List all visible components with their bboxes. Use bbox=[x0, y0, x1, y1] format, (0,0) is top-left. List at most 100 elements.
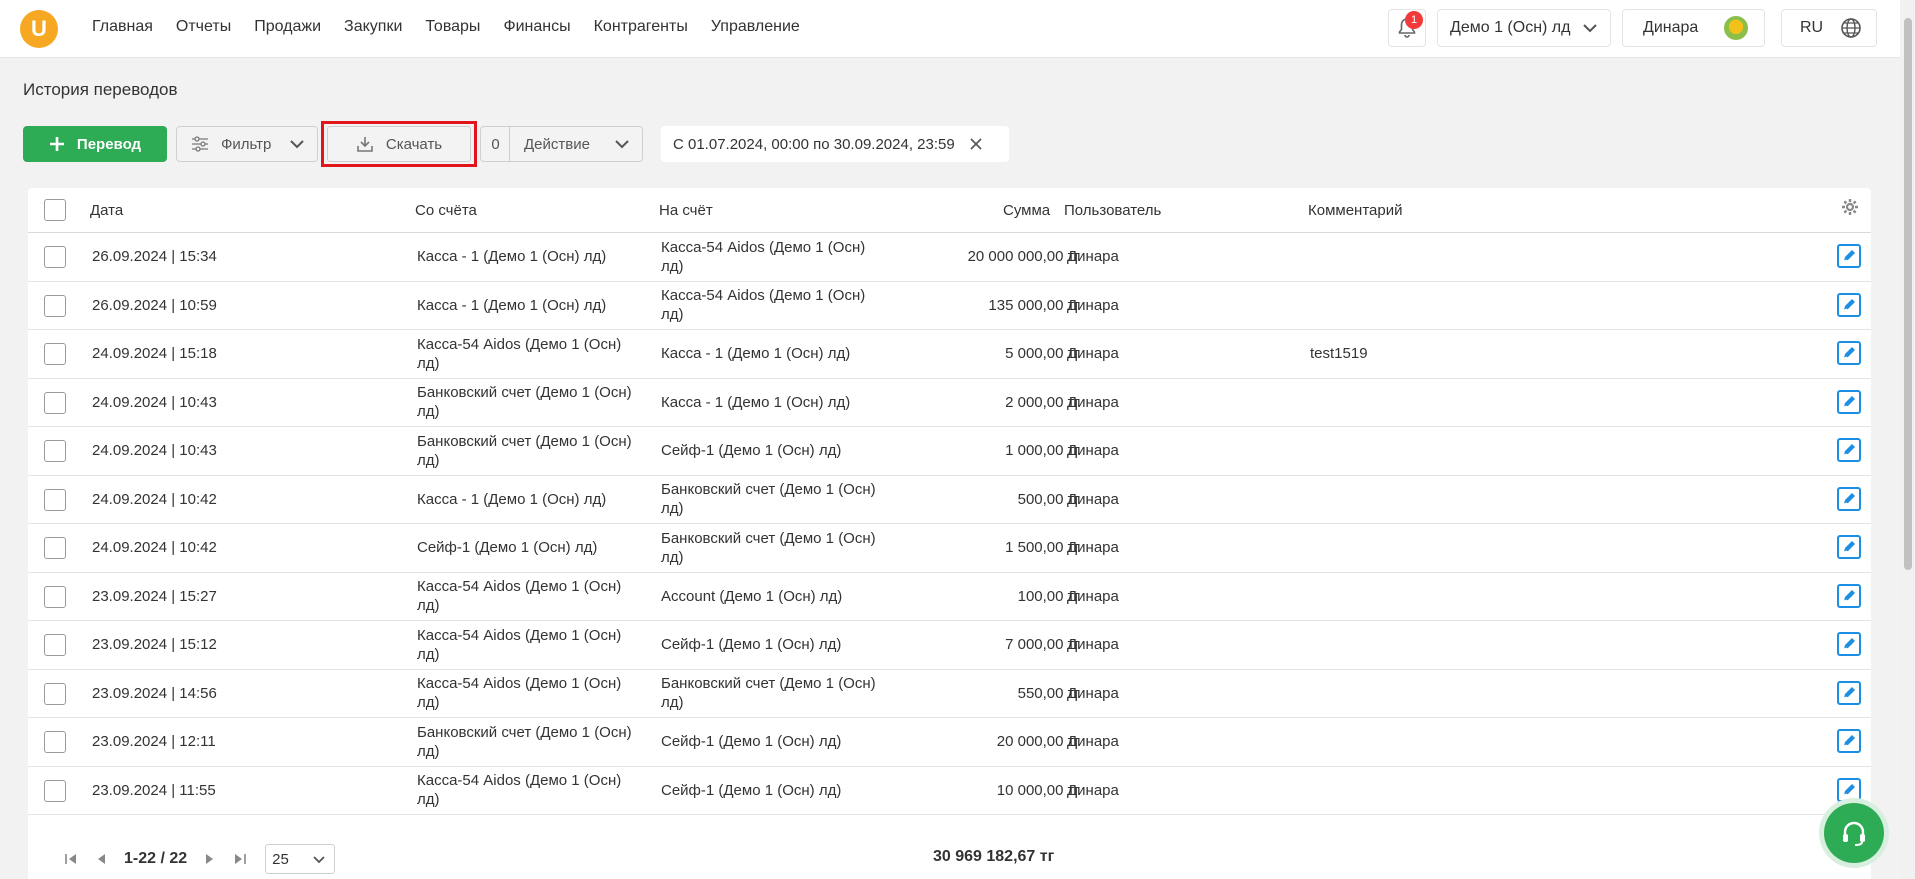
edit-icon[interactable] bbox=[1837, 583, 1861, 608]
row-checkbox[interactable] bbox=[44, 294, 66, 317]
download-button[interactable]: Скачать bbox=[327, 126, 471, 162]
cell-date: 23.09.2024 | 15:27 bbox=[92, 587, 217, 605]
nav-item-purchases[interactable]: Закупки bbox=[344, 18, 402, 36]
cell-sum: 10 000,00 тг bbox=[996, 781, 1080, 799]
nav-item-counterparties[interactable]: Контрагенты bbox=[594, 18, 688, 36]
cell-sum: 1 000,00 тг bbox=[1005, 442, 1080, 460]
cell-user: Динара bbox=[1067, 781, 1119, 799]
nav-item-sales[interactable]: Продажи bbox=[254, 18, 321, 36]
edit-icon[interactable] bbox=[1837, 292, 1861, 317]
cell-from-account: Банковский счет (Демо 1 (Осн) лд) bbox=[417, 723, 632, 760]
edit-icon[interactable] bbox=[1837, 777, 1861, 802]
user-menu[interactable]: Динара bbox=[1622, 9, 1765, 47]
per-page-value: 25 bbox=[272, 850, 289, 868]
nav-item-finance[interactable]: Финансы bbox=[503, 18, 570, 36]
edit-icon[interactable] bbox=[1837, 389, 1861, 414]
company-name: Демо 1 (Осн) лд bbox=[1450, 19, 1571, 36]
first-page-icon[interactable] bbox=[64, 853, 78, 865]
logo[interactable]: U bbox=[20, 10, 58, 48]
cell-date: 24.09.2024 | 10:43 bbox=[92, 442, 217, 460]
top-bar: U Главная Отчеты Продажи Закупки Товары … bbox=[0, 0, 1900, 58]
cell-from-account: Сейф-1 (Демо 1 (Осн) лд) bbox=[417, 539, 598, 557]
table-row[interactable]: 24.09.2024 | 10:43 Банковский счет (Демо … bbox=[28, 427, 1871, 476]
cell-sum: 135 000,00 тг bbox=[988, 296, 1080, 314]
edit-icon[interactable] bbox=[1837, 486, 1861, 511]
edit-icon[interactable] bbox=[1837, 632, 1861, 656]
scrollbar[interactable] bbox=[1900, 0, 1915, 879]
row-checkbox[interactable] bbox=[44, 440, 66, 462]
user-name: Динара bbox=[1643, 19, 1699, 36]
last-page-icon[interactable] bbox=[233, 853, 247, 865]
transfers-table: Дата Со счёта На счёт Сумма Пользователь… bbox=[28, 188, 1871, 879]
prev-page-icon[interactable] bbox=[96, 853, 106, 865]
edit-icon[interactable] bbox=[1837, 341, 1861, 365]
table-row[interactable]: 26.09.2024 | 15:34 Касса - 1 (Демо 1 (Осн… bbox=[28, 233, 1871, 282]
edit-icon[interactable] bbox=[1837, 535, 1861, 559]
next-page-icon[interactable] bbox=[205, 853, 215, 865]
cell-date: 23.09.2024 | 15:12 bbox=[92, 636, 217, 654]
cell-from-account: Касса - 1 (Демо 1 (Осн) лд) bbox=[417, 248, 607, 266]
notification-badge: 1 bbox=[1405, 11, 1423, 29]
row-checkbox[interactable] bbox=[44, 585, 66, 608]
table-row[interactable]: 23.09.2024 | 15:27 Касса-54 Aidos (Демо 1… bbox=[28, 573, 1871, 621]
row-checkbox[interactable] bbox=[44, 488, 66, 511]
table-row[interactable]: 23.09.2024 | 14:56 Касса-54 Aidos (Демо 1… bbox=[28, 670, 1871, 718]
close-icon[interactable] bbox=[969, 137, 983, 151]
cell-user: Динара bbox=[1067, 490, 1119, 508]
row-checkbox[interactable] bbox=[44, 731, 66, 753]
header-sum[interactable]: Сумма bbox=[1003, 202, 1050, 219]
cell-from-account: Касса-54 Aidos (Демо 1 (Осн) лд) bbox=[417, 772, 622, 809]
row-checkbox[interactable] bbox=[44, 391, 66, 414]
header-comment[interactable]: Комментарий bbox=[1308, 202, 1402, 219]
table-row[interactable]: 24.09.2024 | 10:43 Банковский счет (Демо … bbox=[28, 379, 1871, 427]
chevron-down-icon bbox=[1583, 24, 1597, 33]
filter-button[interactable]: Фильтр bbox=[176, 126, 318, 162]
cell-date: 23.09.2024 | 14:56 bbox=[92, 684, 217, 702]
row-checkbox[interactable] bbox=[44, 779, 66, 802]
cell-date: 26.09.2024 | 10:59 bbox=[92, 296, 217, 314]
row-checkbox[interactable] bbox=[44, 634, 66, 656]
selected-count: 0 bbox=[480, 126, 510, 162]
language-selector[interactable]: RU bbox=[1781, 9, 1877, 47]
date-range-chip[interactable]: С 01.07.2024, 00:00 по 30.09.2024, 23:59 bbox=[661, 126, 1009, 162]
table-row[interactable]: 26.09.2024 | 10:59 Касса - 1 (Демо 1 (Осн… bbox=[28, 282, 1871, 330]
support-chat-button[interactable] bbox=[1824, 803, 1884, 863]
action-label: Действие bbox=[524, 135, 590, 153]
edit-icon[interactable] bbox=[1837, 438, 1861, 462]
gear-icon[interactable] bbox=[1841, 198, 1859, 216]
table-row[interactable]: 23.09.2024 | 15:12 Касса-54 Aidos (Демо 1… bbox=[28, 621, 1871, 670]
header-from[interactable]: Со счёта bbox=[415, 202, 477, 219]
edit-icon[interactable] bbox=[1837, 729, 1861, 753]
row-checkbox[interactable] bbox=[44, 246, 66, 268]
transfer-label: Перевод bbox=[76, 135, 142, 153]
scrollbar-thumb[interactable] bbox=[1904, 18, 1912, 570]
header-user[interactable]: Пользователь bbox=[1064, 202, 1161, 219]
cell-from-account: Касса-54 Aidos (Демо 1 (Осн) лд) bbox=[417, 335, 622, 372]
nav-item-home[interactable]: Главная bbox=[92, 18, 153, 36]
cell-date: 23.09.2024 | 11:55 bbox=[92, 781, 216, 799]
row-checkbox[interactable] bbox=[44, 343, 66, 365]
company-selector[interactable]: Демо 1 (Осн) лд bbox=[1437, 9, 1611, 47]
table-row[interactable]: 23.09.2024 | 11:55 Касса-54 Aidos (Демо 1… bbox=[28, 767, 1871, 815]
transfer-button[interactable]: Перевод bbox=[23, 126, 167, 162]
nav-item-management[interactable]: Управление bbox=[711, 18, 800, 36]
nav-item-products[interactable]: Товары bbox=[425, 18, 480, 36]
per-page-select[interactable]: 25 bbox=[265, 844, 336, 874]
table-row[interactable]: 24.09.2024 | 10:42 Сейф-1 (Демо 1 (Осн) л… bbox=[28, 524, 1871, 573]
row-checkbox[interactable] bbox=[44, 682, 66, 705]
row-checkbox[interactable] bbox=[44, 537, 66, 559]
edit-icon[interactable] bbox=[1837, 680, 1861, 705]
header-to[interactable]: На счёт bbox=[659, 202, 713, 219]
action-dropdown[interactable]: Действие bbox=[509, 126, 643, 162]
table-row[interactable]: 23.09.2024 | 12:11 Банковский счет (Демо … bbox=[28, 718, 1871, 767]
download-highlight: Скачать bbox=[321, 121, 477, 167]
nav-item-reports[interactable]: Отчеты bbox=[176, 18, 231, 36]
main-nav: Главная Отчеты Продажи Закупки Товары Фи… bbox=[92, 18, 800, 36]
table-row[interactable]: 24.09.2024 | 15:18 Касса-54 Aidos (Демо 1… bbox=[28, 330, 1871, 379]
cell-from-account: Банковский счет (Демо 1 (Осн) лд) bbox=[417, 384, 632, 421]
select-all-checkbox[interactable] bbox=[44, 199, 66, 221]
notifications-button[interactable]: 1 bbox=[1388, 9, 1426, 47]
edit-icon[interactable] bbox=[1837, 244, 1861, 268]
table-row[interactable]: 24.09.2024 | 10:42 Касса - 1 (Демо 1 (Осн… bbox=[28, 476, 1871, 524]
header-date[interactable]: Дата bbox=[90, 202, 123, 219]
